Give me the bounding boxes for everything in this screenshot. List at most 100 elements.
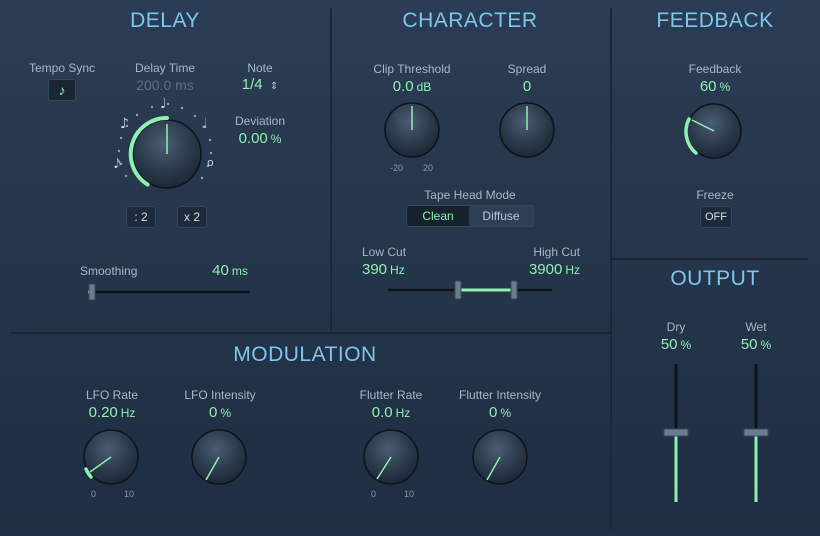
up-down-chevron-icon: ⇕ xyxy=(270,81,278,92)
character-section-title: CHARACTER xyxy=(380,9,560,33)
smoothing-label: Smoothing xyxy=(80,264,152,278)
flutter-rate-number: 0.0 xyxy=(372,404,393,421)
tape-head-mode-selector[interactable]: Clean Diffuse xyxy=(406,205,534,227)
flutter-intensity-knob[interactable] xyxy=(471,428,529,486)
high-cut-unit: Hz xyxy=(565,263,580,277)
eighth-note-icon: ♪ xyxy=(120,116,129,132)
dry-unit: % xyxy=(681,338,692,352)
lfo-rate-label: LFO Rate xyxy=(72,388,152,402)
low-cut-number: 390 xyxy=(362,261,387,278)
note-value: 1/4 xyxy=(242,76,263,93)
feedback-knob[interactable] xyxy=(684,101,744,161)
note-selector[interactable]: 1/4 ⇕ xyxy=(230,76,290,93)
output-section-title: OUTPUT xyxy=(650,267,780,291)
flutter-intensity-label: Flutter Intensity xyxy=(448,388,552,402)
smoothing-handle[interactable] xyxy=(89,284,95,300)
flutter-rate-unit: Hz xyxy=(396,406,411,420)
lfo-rate-value: 0.20Hz xyxy=(72,404,152,421)
lfo-rate-number: 0.20 xyxy=(89,404,118,421)
feedback-section-title: FEEDBACK xyxy=(640,9,790,33)
flutter-intensity-unit: % xyxy=(500,406,511,420)
flutter-min-tick: 0 xyxy=(371,489,376,499)
cut-range-slider[interactable] xyxy=(386,280,554,300)
mode-diffuse-button[interactable]: Diffuse xyxy=(469,206,533,226)
lfo-intensity-number: 0 xyxy=(209,404,217,421)
lfo-intensity-value: 0% xyxy=(180,404,260,421)
half-note-icon: 𝅗𝅥 xyxy=(202,116,207,132)
dry-value: 50% xyxy=(646,336,706,353)
lfo-rate-unit: Hz xyxy=(121,406,136,420)
spread-knob[interactable] xyxy=(499,102,555,158)
music-note-icon: ♪ xyxy=(59,82,66,98)
high-cut-number: 3900 xyxy=(529,261,562,278)
smoothing-slider[interactable] xyxy=(86,282,252,302)
wet-fader[interactable] xyxy=(742,362,770,504)
clip-min-tick: -20 xyxy=(390,163,403,173)
lfo-intensity-label: LFO Intensity xyxy=(172,388,268,402)
quarter-note-icon: ♩ xyxy=(160,96,167,112)
delay-time-value: 200.0 ms xyxy=(120,77,210,93)
divider-vertical-2 xyxy=(610,8,612,530)
freeze-button[interactable]: OFF xyxy=(700,206,732,228)
dry-label: Dry xyxy=(651,320,701,334)
lfo-rate-knob[interactable] xyxy=(82,428,140,486)
wet-value: 50% xyxy=(726,336,786,353)
delay-time-knob[interactable]: 𝅘𝅥𝅯 ♪ ♩ 𝅗𝅥 o xyxy=(110,96,220,196)
deviation-unit: % xyxy=(271,132,282,146)
low-cut-value: 390Hz xyxy=(362,261,422,278)
smoothing-value: 40ms xyxy=(200,262,260,279)
flutter-intensity-number: 0 xyxy=(489,404,497,421)
divider-vertical-1 xyxy=(330,8,332,330)
lfo-max-tick: 10 xyxy=(124,489,134,499)
freeze-label: Freeze xyxy=(685,188,745,202)
divider-horizontal-modulation xyxy=(10,332,610,334)
high-cut-handle[interactable] xyxy=(511,281,517,299)
modulation-section-title: MODULATION xyxy=(215,343,395,367)
tape-head-mode-label: Tape Head Mode xyxy=(410,188,530,202)
tempo-sync-label: Tempo Sync xyxy=(22,61,102,75)
deviation-value[interactable]: 0.00% xyxy=(222,130,298,147)
sixteenth-note-icon: 𝅘𝅥𝅯 xyxy=(114,157,121,172)
dry-fader[interactable] xyxy=(662,362,690,504)
spread-value: 0 xyxy=(497,78,557,95)
whole-note-icon: o xyxy=(207,156,214,169)
dry-number: 50 xyxy=(661,336,678,353)
lfo-min-tick: 0 xyxy=(91,489,96,499)
clip-threshold-knob[interactable] xyxy=(384,102,440,158)
high-cut-label: High Cut xyxy=(520,245,580,259)
spread-label: Spread xyxy=(497,62,557,76)
clip-threshold-unit: dB xyxy=(417,80,432,94)
flutter-rate-label: Flutter Rate xyxy=(350,388,432,402)
clip-max-tick: 20 xyxy=(423,163,433,173)
flutter-intensity-value: 0% xyxy=(460,404,540,421)
clip-threshold-value: 0.0dB xyxy=(362,78,462,95)
wet-fader-handle[interactable] xyxy=(744,429,768,436)
low-cut-handle[interactable] xyxy=(455,281,461,299)
divider-horizontal-output xyxy=(612,258,808,260)
feedback-value: 60% xyxy=(675,78,755,95)
feedback-number: 60 xyxy=(700,78,717,95)
low-cut-label: Low Cut xyxy=(362,245,412,259)
mode-clean-button[interactable]: Clean xyxy=(407,206,469,226)
high-cut-value: 3900Hz xyxy=(510,261,580,278)
smoothing-unit: ms xyxy=(232,264,248,278)
lfo-intensity-knob[interactable] xyxy=(190,428,248,486)
tempo-sync-button[interactable]: ♪ xyxy=(48,79,76,101)
flutter-rate-value: 0.0Hz xyxy=(350,404,432,421)
dry-fader-handle[interactable] xyxy=(664,429,688,436)
flutter-rate-knob[interactable] xyxy=(362,428,420,486)
wet-unit: % xyxy=(761,338,772,352)
feedback-label: Feedback xyxy=(675,62,755,76)
halve-time-button[interactable]: : 2 xyxy=(126,206,156,228)
deviation-number: 0.00 xyxy=(239,130,268,147)
feedback-unit: % xyxy=(720,80,731,94)
tape-delay-panel: DELAY Tempo Sync ♪ Delay Time 200.0 ms N… xyxy=(0,0,820,536)
delay-time-label: Delay Time xyxy=(120,61,210,75)
clip-threshold-number: 0.0 xyxy=(393,78,414,95)
delay-section-title: DELAY xyxy=(95,9,235,33)
deviation-label: Deviation xyxy=(222,114,298,128)
wet-number: 50 xyxy=(741,336,758,353)
wet-label: Wet xyxy=(731,320,781,334)
smoothing-number: 40 xyxy=(212,262,229,279)
double-time-button[interactable]: x 2 xyxy=(177,206,207,228)
